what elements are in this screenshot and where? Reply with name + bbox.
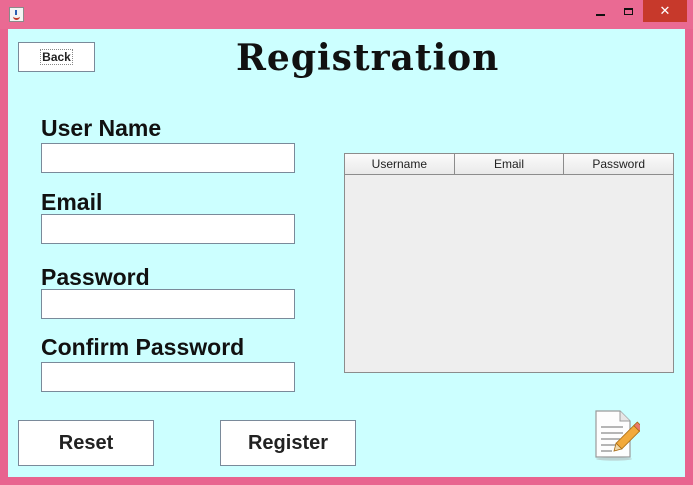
confirm-password-input[interactable]: [41, 362, 295, 392]
back-button[interactable]: Back: [18, 42, 95, 72]
document-edit-icon: [595, 410, 640, 461]
password-label: Password: [41, 264, 150, 290]
column-header-email[interactable]: Email: [454, 154, 565, 174]
users-table[interactable]: Username Email Password: [344, 153, 674, 373]
maximize-button[interactable]: [614, 0, 642, 22]
email-input[interactable]: [41, 214, 295, 244]
password-input[interactable]: [41, 289, 295, 319]
reset-button[interactable]: Reset: [18, 420, 154, 466]
table-header: Username Email Password: [345, 154, 674, 175]
reset-button-label: Reset: [58, 431, 114, 454]
close-icon: ✕: [659, 3, 671, 19]
column-header-username[interactable]: Username: [345, 154, 455, 174]
minimize-button[interactable]: [587, 0, 613, 22]
username-label: User Name: [41, 115, 162, 141]
column-header-password[interactable]: Password: [564, 154, 674, 174]
confirm-password-label: Confirm Password: [41, 334, 245, 360]
page-title: Registration: [236, 37, 500, 79]
minimize-icon: [595, 13, 605, 16]
maximize-icon: [623, 7, 633, 15]
username-input[interactable]: [41, 143, 295, 173]
close-button[interactable]: ✕: [643, 0, 687, 22]
title-bar: ✕: [0, 0, 693, 29]
registration-panel: Back Registration User Name Email Passwo…: [8, 29, 685, 477]
register-button[interactable]: Register: [220, 420, 356, 466]
register-button-label: Register: [247, 431, 329, 454]
email-label: Email: [41, 189, 103, 215]
back-button-label: Back: [40, 49, 73, 65]
java-app-icon[interactable]: [9, 7, 24, 22]
